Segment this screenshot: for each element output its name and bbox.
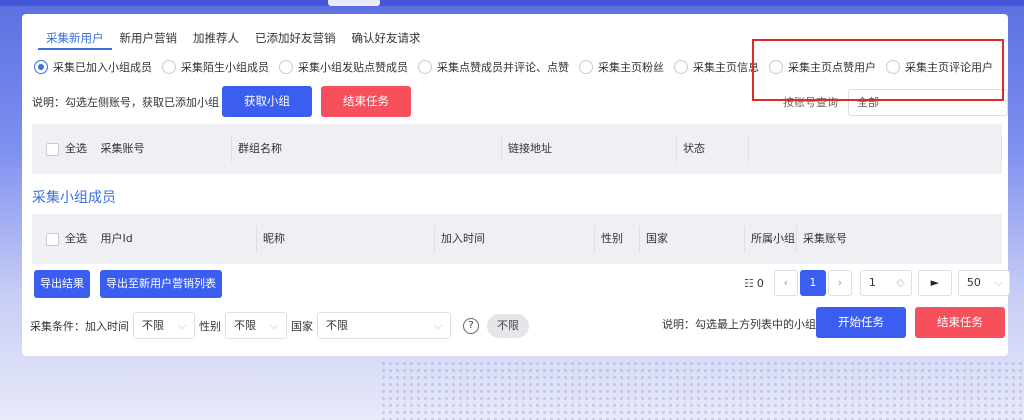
group-table-col-status: 状态: [677, 136, 749, 162]
list-icon: ☷: [744, 276, 754, 290]
jump-page-input[interactable]: 1 ◇: [859, 270, 912, 296]
join-time-select[interactable]: 不限 ⌵: [133, 312, 195, 339]
help-icon[interactable]: ?: [463, 317, 479, 334]
members-table-header: 全选 用户Id 昵称 加入时间 性别 国家 所属小组 采集账号: [32, 214, 1002, 264]
select-all-label: 全选: [65, 232, 87, 245]
pagination: ☷ 0 ‹ 1 › 1 ◇ ► 50 ⌵: [744, 270, 1010, 296]
chevron-down-icon: ⌵: [994, 276, 1003, 289]
page-size-value: 50: [966, 276, 981, 289]
select-all-checkbox[interactable]: [46, 232, 59, 246]
join-time-label: 加入时间: [85, 319, 129, 333]
radio-page-info[interactable]: 采集主页信息: [674, 59, 759, 75]
tab-bar: 采集新用户 新用户营销 加推荐人 已添加好友营销 确认好友请求: [38, 30, 429, 50]
note-top: 说明：勾选左侧账号，获取已添加小组: [32, 96, 219, 109]
radio-dot: [674, 60, 688, 74]
group-table-col-link: 链接地址: [502, 136, 677, 162]
members-table-col-country: 国家: [640, 226, 745, 252]
next-page-button[interactable]: ›: [827, 270, 852, 296]
members-table-col-collect-account: 采集账号: [803, 232, 847, 245]
select-all-label: 全选: [65, 142, 87, 155]
column-header: 用户Id: [100, 232, 133, 245]
radio-post-likers[interactable]: 采集小组发贴点赞成员: [279, 59, 408, 75]
start-task-button[interactable]: 开始任务: [816, 307, 906, 338]
gender-label: 性别: [199, 319, 221, 333]
tab-new-user-marketing[interactable]: 新用户营销: [112, 30, 186, 50]
tab-confirm-friend-requests[interactable]: 确认好友请求: [344, 30, 429, 50]
radio-label: 采集点赞成员并评论、点赞: [437, 61, 569, 74]
jump-page-value: 1: [868, 276, 876, 289]
section-title: 采集小组成员: [32, 190, 116, 206]
radio-label: 采集主页信息: [693, 61, 759, 74]
stepper-icon: ◇: [896, 276, 905, 289]
group-table-header: 全选 采集账号 群组名称 链接地址 状态: [32, 124, 1002, 174]
country-select[interactable]: 不限 ⌵: [317, 312, 451, 339]
page-size-select[interactable]: 50 ⌵: [957, 270, 1010, 296]
filter-label: 采集条件：: [30, 319, 85, 333]
chevron-down-icon: ⌵: [177, 319, 186, 332]
export-results-button[interactable]: 导出结果: [34, 270, 90, 298]
chevron-down-icon: ⌵: [269, 319, 278, 332]
radio-label: 采集主页粉丝: [598, 61, 664, 74]
gender-value: 不限: [234, 319, 256, 332]
members-table-col-group: 所属小组: [745, 226, 797, 252]
radio-dot: [579, 60, 593, 74]
radio-label: 采集小组发贴点赞成员: [298, 61, 408, 74]
highlight-box: [752, 39, 1004, 101]
join-time-value: 不限: [142, 319, 164, 332]
column-header: 采集账号: [100, 142, 145, 155]
radio-label: 采集已加入小组成员: [53, 61, 152, 74]
country-value: 不限: [326, 319, 348, 332]
main-panel: 采集新用户 新用户营销 加推荐人 已添加好友营销 确认好友请求 采集已加入小组成…: [22, 14, 1010, 356]
end-task-bottom-button[interactable]: 结束任务: [915, 307, 1005, 338]
end-task-top-button[interactable]: 结束任务: [321, 86, 411, 117]
world-map-decoration: [380, 360, 1024, 420]
filter-bar: 采集条件： 加入时间 不限 ⌵ 性别 不限 ⌵ 国家 不限 ⌵ ? 不限: [30, 312, 529, 339]
radio-dot: [162, 60, 176, 74]
page-1-button[interactable]: 1: [799, 270, 826, 296]
radio-dot-selected: [34, 60, 48, 74]
get-group-button[interactable]: 获取小组: [222, 86, 312, 117]
select-all-checkbox[interactable]: [46, 142, 59, 156]
top-notch: [328, 0, 380, 6]
radio-joined-group-members[interactable]: 采集已加入小组成员: [34, 59, 152, 75]
radio-likers-comment[interactable]: 采集点赞成员并评论、点赞: [418, 59, 569, 75]
prev-page-button[interactable]: ‹: [773, 270, 798, 296]
total-count: 0: [756, 276, 764, 290]
radio-page-fans[interactable]: 采集主页粉丝: [579, 59, 664, 75]
chevron-down-icon: ⌵: [433, 319, 442, 332]
members-table-col-join-time: 加入时间: [435, 226, 595, 252]
group-table-col-account: 全选 采集账号: [32, 136, 232, 162]
group-table-col-empty: [749, 136, 1002, 162]
tab-collect-new-users[interactable]: 采集新用户: [38, 30, 112, 50]
radio-label: 采集陌生小组成员: [181, 61, 269, 74]
top-strip: [0, 0, 1024, 6]
tab-added-friends-marketing[interactable]: 已添加好友营销: [247, 30, 344, 50]
radio-dot: [418, 60, 432, 74]
export-to-marketing-list-button[interactable]: 导出至新用户营销列表: [100, 270, 222, 298]
tab-add-referrer[interactable]: 加推荐人: [185, 30, 247, 50]
unlimited-pill[interactable]: 不限: [487, 313, 529, 338]
radio-dot: [279, 60, 293, 74]
members-table-col-nickname: 昵称: [257, 226, 435, 252]
gender-select[interactable]: 不限 ⌵: [225, 312, 287, 339]
country-label: 国家: [291, 319, 313, 333]
note-bottom: 说明：勾选最上方列表中的小组: [662, 318, 816, 331]
go-page-button[interactable]: ►: [917, 270, 952, 296]
radio-stranger-group-members[interactable]: 采集陌生小组成员: [162, 59, 269, 75]
members-table-col-gender: 性别: [595, 226, 640, 252]
members-table-col-user-id: 全选 用户Id: [32, 226, 257, 252]
group-table-col-group-name: 群组名称: [232, 136, 502, 162]
